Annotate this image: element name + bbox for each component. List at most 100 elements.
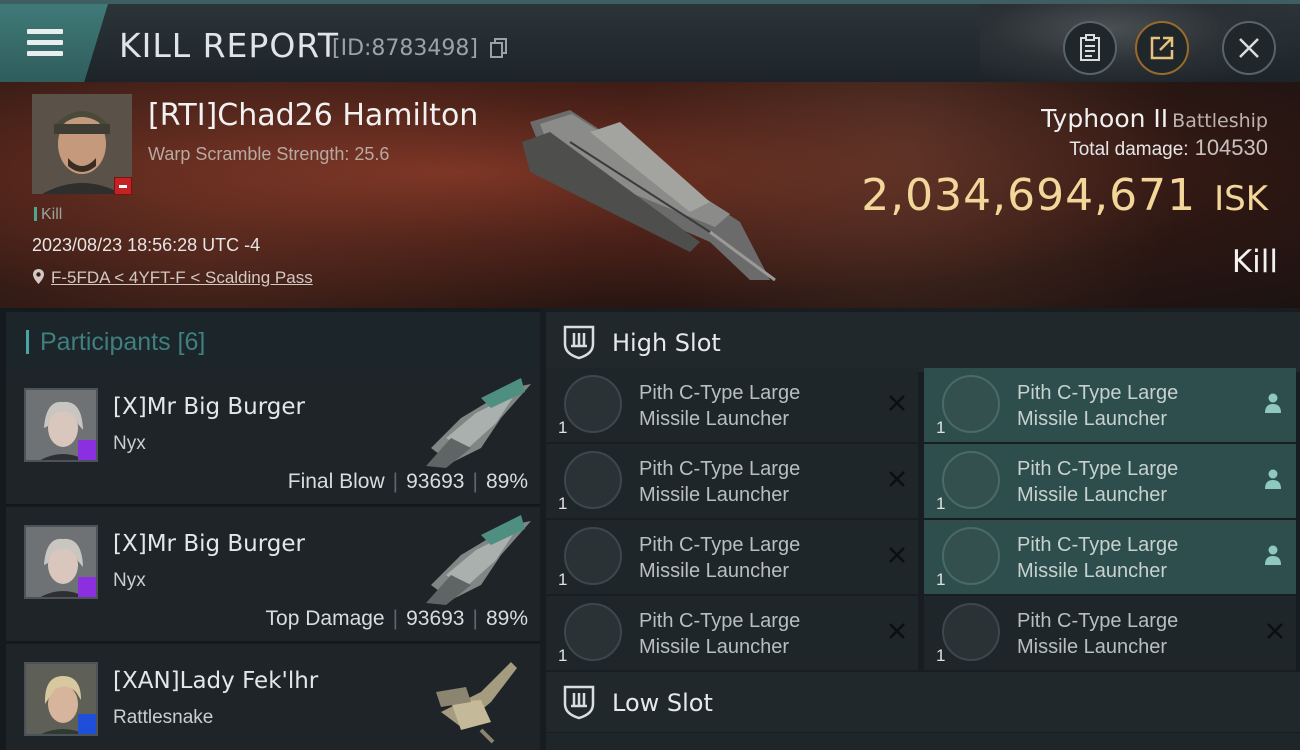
close-icon [1239,38,1259,58]
module-quantity: 1 [558,570,568,589]
module-cell[interactable]: 1 Pith C-Type Large Missile Launcher [546,444,918,518]
ship-image [436,662,517,744]
participant-row[interactable]: [XAN]Lady Fek'lhr Rattlesnake [6,644,540,750]
module-cell[interactable]: 1 Pith C-Type Large Missile Launcher [546,520,918,594]
participant-name: [XAN]Lady Fek'lhr [113,668,319,694]
destroyed-icon [1267,623,1283,639]
isk-amount: 2,034,694,671 [861,170,1197,221]
destroyed-icon [889,395,905,411]
copy-icon[interactable] [490,38,508,58]
ship-type[interactable]: Typhoon II Battleship [1041,104,1268,133]
module-quantity: 1 [558,418,568,437]
participant-row[interactable]: [X]Mr Big Burger Nyx Final Blow | 93693 | 89… [6,370,540,505]
participant-percent: 89% [485,607,528,630]
participant-damage: 93693 [406,470,465,493]
participant-damage: 93693 [406,607,465,630]
ship-image [426,515,531,605]
destroyed-icon [889,547,905,563]
low-slot-title: Low Slot [612,689,713,717]
participant-role: Top Damage [265,607,385,630]
share-icon [1150,36,1174,60]
kill-report-screen: KILL REPORT [ID:8783498] [RTI]Chad26 Ham… [0,0,1300,750]
location-link[interactable]: F-5FDA < 4YFT-F < Scalding Pass [51,268,313,287]
participant-stats: Final Blow | 93693 | 89% [287,470,528,493]
isk-unit: ISK [1214,179,1268,219]
module-quantity: 1 [558,494,568,513]
participant-percent: 89% [485,470,528,493]
high-slot-icon [563,325,595,360]
high-slot-header: High Slot [546,312,1300,372]
module-quantity: 1 [936,570,946,589]
location-pin-icon [33,269,44,284]
victim-ship-image [522,110,776,282]
participant-name: [X]Mr Big Burger [113,394,306,420]
participant-role: Final Blow [287,470,385,493]
faction-badge [78,440,96,460]
person-icon [1265,545,1281,565]
ship-name: Typhoon II [1041,104,1169,133]
header-accent-bar [26,330,29,354]
faction-badge [78,577,96,597]
destroyed-icon [889,623,905,639]
victim-banner: [RTI]Chad26 Hamilton Warp Scramble Stren… [0,82,1300,308]
result-label: Kill [1231,244,1278,280]
low-slot-icon [563,685,595,720]
module-name: Pith C-Type Large Missile Launcher [639,610,801,658]
module-name: Pith C-Type Large Missile Launcher [639,534,801,582]
module-cell[interactable]: 1 Pith C-Type Large Missile Launcher [924,596,1296,670]
module-name: Pith C-Type Large Missile Launcher [639,458,801,506]
participant-ship: Nyx [113,570,146,591]
module-quantity: 1 [936,494,946,513]
missile-launcher-icon [564,603,622,661]
module-cell[interactable]: 1 Pith C-Type Large Missile Launcher [546,368,918,442]
module-quantity: 1 [558,646,568,665]
missile-launcher-icon [564,527,622,585]
isk-value: 2,034,694,671 ISK [861,170,1268,221]
clipboard-button[interactable] [1063,21,1117,75]
missile-launcher-icon [942,451,1000,509]
kill-tag: Kill [34,206,62,224]
module-name: Pith C-Type Large Missile Launcher [1017,458,1179,506]
high-slot-title: High Slot [612,329,721,357]
participant-name: [X]Mr Big Burger [113,531,306,557]
missile-launcher-icon [564,375,622,433]
missile-launcher-icon [564,451,622,509]
clipboard-icon [1080,34,1100,61]
hamburger-menu-icon[interactable] [27,29,63,56]
hostile-status-icon [114,177,132,195]
missile-launcher-icon [942,527,1000,585]
missile-launcher-icon [942,375,1000,433]
share-button[interactable] [1135,21,1189,75]
warp-scramble-strength: Warp Scramble Strength: 25.6 [148,144,390,164]
header-bar: KILL REPORT [ID:8783498] [0,0,1300,86]
close-button[interactable] [1222,21,1276,75]
victim-name[interactable]: [RTI]Chad26 Hamilton [148,98,478,133]
participants-panel: Participants [6] [X]Mr Big Burger Nyx Fi… [0,308,540,750]
module-cell[interactable]: 1 Pith C-Type Large Missile Launcher [546,596,918,670]
participant-ship: Nyx [113,433,146,454]
participants-header: Participants [6] [6,312,540,370]
ship-image [426,378,531,468]
person-icon [1265,469,1281,489]
participant-row[interactable]: [X]Mr Big Burger Nyx Top Damage | 93693 | 89… [6,507,540,642]
module-cell[interactable]: 1 Pith C-Type Large Missile Launcher [924,520,1296,594]
page-title: KILL REPORT [119,26,339,65]
total-damage-label: Total damage: [1069,139,1189,160]
destroyed-icon [889,471,905,487]
total-damage: Total damage: 104530 [1041,135,1268,161]
total-damage-value: 104530 [1194,135,1268,160]
kill-location[interactable]: F-5FDA < 4YFT-F < Scalding Pass [32,268,313,288]
module-name: Pith C-Type Large Missile Launcher [1017,534,1179,582]
fitting-panel: High Slot 1 Pith C-Type Large Missile Lau… [546,308,1300,750]
low-slot-modules-clipped [546,733,1300,750]
low-slot-header: Low Slot [546,672,1300,732]
module-name: Pith C-Type Large Missile Launcher [1017,382,1179,430]
person-icon [1265,393,1281,413]
module-quantity: 1 [936,646,946,665]
participant-stats: Top Damage | 93693 | 89% [265,607,528,630]
module-cell[interactable]: 1 Pith C-Type Large Missile Launcher [924,368,1296,442]
kill-datetime: 2023/08/23 18:56:28 UTC -4 [32,235,261,255]
missile-launcher-icon [942,603,1000,661]
module-cell[interactable]: 1 Pith C-Type Large Missile Launcher [924,444,1296,518]
victim-ship-info: Typhoon II Battleship Total damage: 104530 [1041,104,1268,161]
